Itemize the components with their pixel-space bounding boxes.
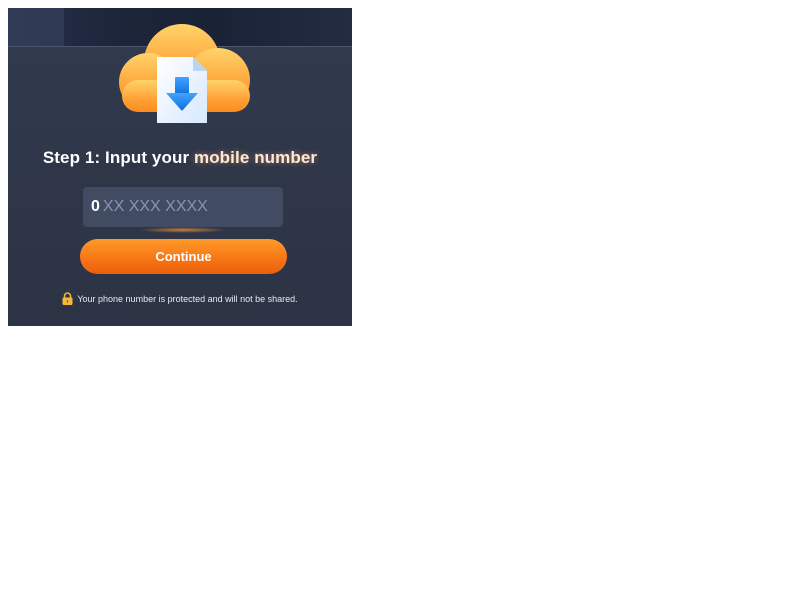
signup-panel: Step 1: Input your mobile number 0 Conti…	[8, 8, 352, 326]
page-title: Step 1: Input your mobile number	[8, 148, 352, 168]
phone-input[interactable]	[102, 198, 273, 216]
cloud-download-icon	[110, 22, 252, 130]
continue-button[interactable]: Continue	[80, 239, 287, 274]
input-glow	[138, 227, 228, 233]
lock-icon	[62, 292, 73, 307]
phone-prefix: 0	[91, 198, 100, 215]
privacy-note: Your phone number is protected and will …	[8, 292, 352, 307]
title-highlight: mobile number	[193, 148, 318, 167]
title-prefix: Step 1: Input your	[42, 148, 194, 167]
privacy-text: Your phone number is protected and will …	[77, 294, 298, 304]
phone-field[interactable]: 0	[83, 187, 283, 227]
